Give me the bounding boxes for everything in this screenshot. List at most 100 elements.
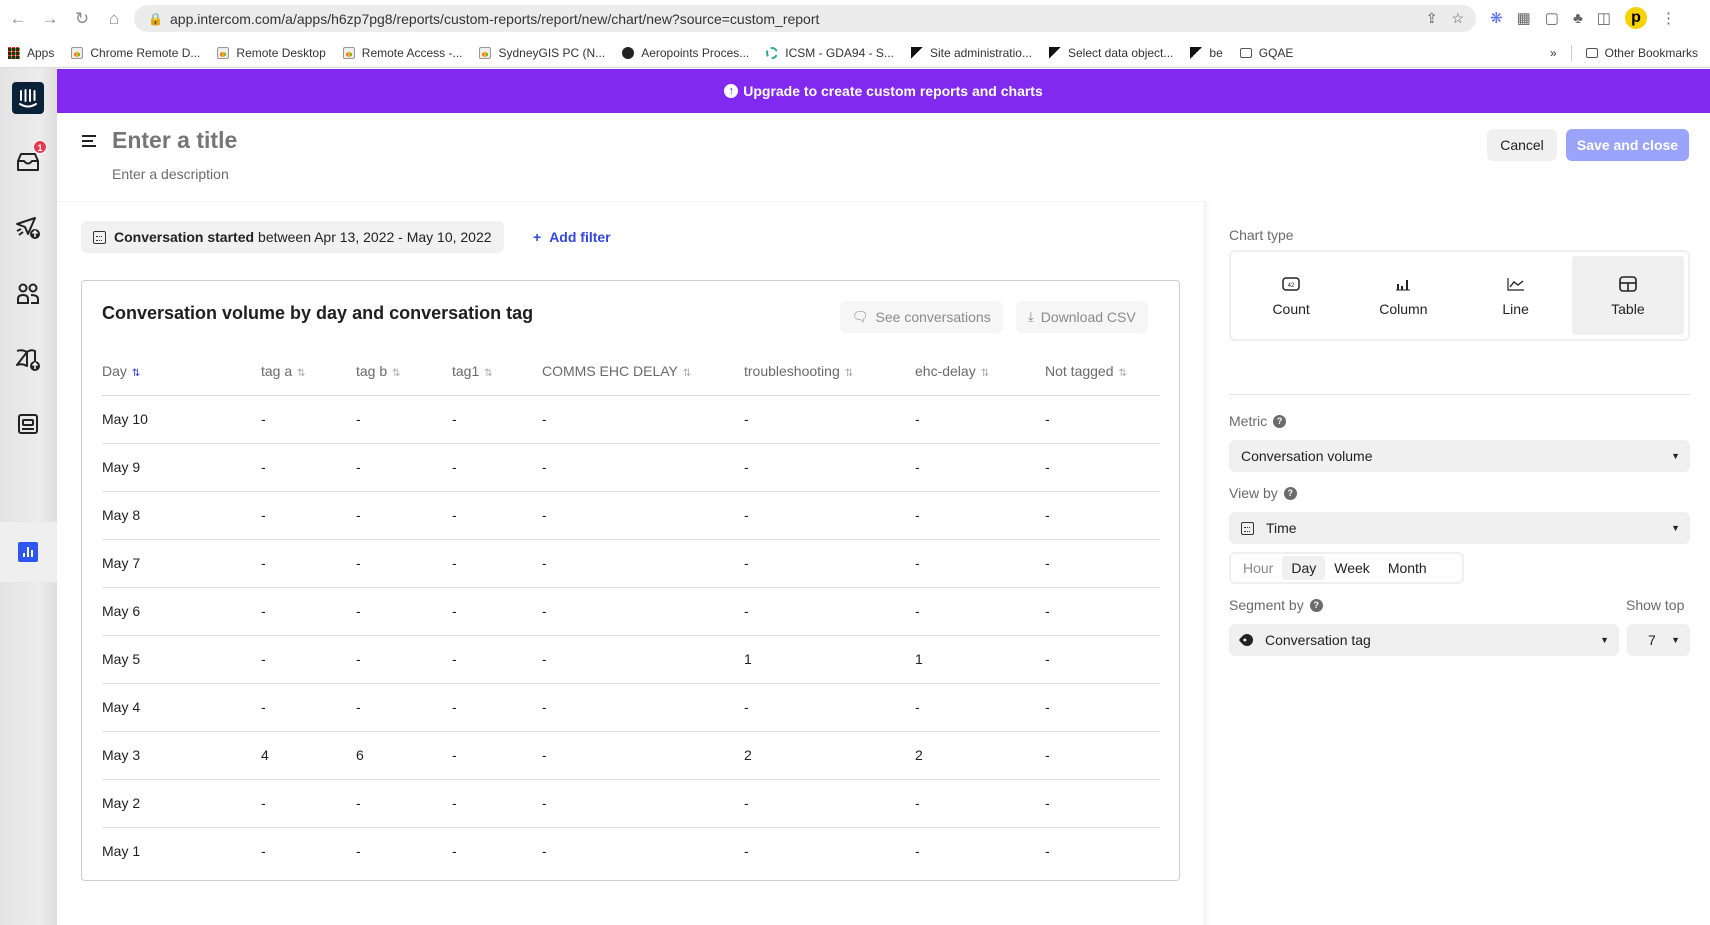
add-filter-button[interactable]: + Add filter [533,229,611,245]
column-header[interactable]: COMMS EHC DELAY ⇅ [542,347,744,396]
column-header[interactable]: troubleshooting ⇅ [744,347,915,396]
sort-icon[interactable]: ⇅ [392,368,400,379]
value-cell: - [261,539,356,588]
value-cell: - [452,491,542,540]
extension-page-icon[interactable]: ▢ [1545,9,1559,27]
help-icon[interactable]: ? [1283,486,1297,500]
contacts-icon [17,283,39,304]
bookmark-item[interactable]: SydneyGIS PC (N... [479,46,605,60]
share-icon[interactable]: ⇪ [1426,10,1438,27]
sort-icon[interactable]: ⇅ [297,368,305,379]
day-cell: May 1 [102,843,141,860]
segment-by-label-text: Segment by [1229,597,1304,613]
app-sidebar: 1 [0,68,57,925]
table-row: May 4------- [102,683,1160,732]
value-cell: - [744,843,749,860]
nav-articles[interactable] [12,344,44,376]
value-cell: - [356,779,452,828]
bookmark-item[interactable]: Remote Access -... [342,46,462,60]
menu-hamburger-icon[interactable] [82,135,96,150]
granularity-week[interactable]: Week [1325,556,1379,580]
granularity-hour[interactable]: Hour [1234,556,1282,580]
bookmark-item[interactable]: be [1190,46,1223,60]
home-icon[interactable]: ⌂ [100,9,128,29]
sort-icon[interactable]: ⇅ [132,368,140,379]
column-header[interactable]: tag1 ⇅ [452,347,542,396]
column-header[interactable]: ehc-delay ⇅ [915,347,1045,396]
nav-inbox[interactable]: 1 [12,140,47,178]
chart-type-count[interactable]: 42 Count [1235,256,1347,335]
menu-kebab-icon[interactable]: ⋮ [1661,9,1676,27]
bookmarks-overflow-button[interactable]: » [1550,46,1557,60]
day-cell: May 9 [102,443,261,492]
chart-type-line[interactable]: Line [1460,256,1572,335]
nav-contacts[interactable] [12,278,44,310]
cancel-button[interactable]: Cancel [1487,129,1557,161]
other-bookmarks[interactable]: Other Bookmarks [1585,46,1698,60]
bookmark-label: Select data object... [1067,45,1174,60]
see-conversations-button[interactable]: 🗨 See conversations [840,301,1003,333]
profile-avatar[interactable]: p [1624,7,1647,29]
bookmark-label: Apps [27,45,55,60]
chart-type-table[interactable]: Table [1571,256,1684,335]
save-and-close-button[interactable]: Save and close [1566,129,1689,161]
upgrade-banner[interactable]: ↑ Upgrade to create custom reports and c… [57,69,1710,113]
bookmark-star-icon[interactable]: ☆ [1451,10,1464,27]
extension-remote-desktop-icon[interactable]: ▦ [1517,9,1531,27]
value-cell: - [915,539,1045,588]
reload-icon[interactable]: ↻ [68,9,96,29]
extension-snowflake-icon[interactable]: ❋ [1490,9,1503,27]
segment-by-select[interactable]: Conversation tag ▼ [1229,624,1619,656]
bookmark-folder[interactable]: GQAE [1239,46,1293,60]
nav-outbound[interactable] [12,212,44,244]
bookmark-item[interactable]: Remote Desktop [217,46,326,60]
help-icon[interactable]: ? [1273,414,1287,428]
nav-operator[interactable] [12,408,44,440]
column-header[interactable]: Day ⇅ [102,347,261,396]
table-header-row: Day ⇅ tag a ⇅ tag b ⇅ tag1 ⇅ COMMS EHC DELAY ⇅ tro… [102,347,1160,396]
metric-label-text: Metric [1229,413,1268,429]
bookmark-apps[interactable]: Apps [8,46,54,60]
view-by-select[interactable]: Time ▼ [1229,512,1690,544]
bookmark-item[interactable]: Aeropoints Proces... [622,46,749,60]
value-cell: - [915,443,1045,492]
value-cell: - [1045,843,1050,860]
column-header[interactable]: tag a ⇅ [261,347,356,396]
granularity-day[interactable]: Day [1282,556,1326,580]
help-icon[interactable]: ? [1309,598,1323,612]
chart-type-selector: 42 Count Column Line Table [1229,250,1690,341]
column-header[interactable]: tag b ⇅ [356,347,452,396]
extensions-puzzle-icon[interactable]: ♣ [1573,10,1583,27]
value-cell: - [915,779,1045,828]
bookmark-item[interactable]: Select data object... [1048,45,1174,60]
show-top-select[interactable]: 7 ▼ [1627,624,1690,656]
bookmark-item[interactable]: Site administratio... [910,46,1032,60]
sort-icon[interactable]: ⇅ [1119,368,1127,379]
date-filter-chip[interactable]: Conversation started between Apr 13, 202… [81,221,504,253]
sort-icon[interactable]: ⇅ [981,368,989,379]
sort-icon[interactable]: ⇅ [484,368,492,379]
side-panel-icon[interactable]: ◫ [1597,9,1611,27]
back-icon[interactable]: ← [4,9,32,29]
forward-icon[interactable]: → [36,9,64,29]
value-cell: - [744,587,915,636]
sort-icon[interactable]: ⇅ [845,368,853,379]
chart-type-column[interactable]: Column [1347,256,1459,335]
remote-desktop-icon [71,46,84,59]
address-bar[interactable]: 🔒 app.intercom.com/a/apps/h6zp7pg8/repor… [134,5,1476,32]
report-title-input[interactable] [112,127,712,154]
sort-icon[interactable]: ⇅ [683,368,691,379]
day-cell: May 2 [102,779,261,828]
report-description-input[interactable] [112,166,712,182]
intercom-logo[interactable] [12,82,44,114]
download-csv-button[interactable]: ⤓ Download CSV [1016,301,1148,333]
value-cell: - [744,443,915,492]
report-table-card: Conversation volume by day and conversat… [81,280,1180,881]
granularity-month[interactable]: Month [1379,556,1436,580]
bookmark-item[interactable]: Chrome Remote D... [71,46,200,60]
filter-condition: between Apr 13, 2022 - May 10, 2022 [258,229,492,245]
nav-reports[interactable] [12,536,44,568]
column-header[interactable]: Not tagged ⇅ [1045,347,1160,396]
metric-select[interactable]: Conversation volume ▼ [1229,440,1690,472]
bookmark-item[interactable]: ICSM - GDA94 - S... [766,46,894,60]
